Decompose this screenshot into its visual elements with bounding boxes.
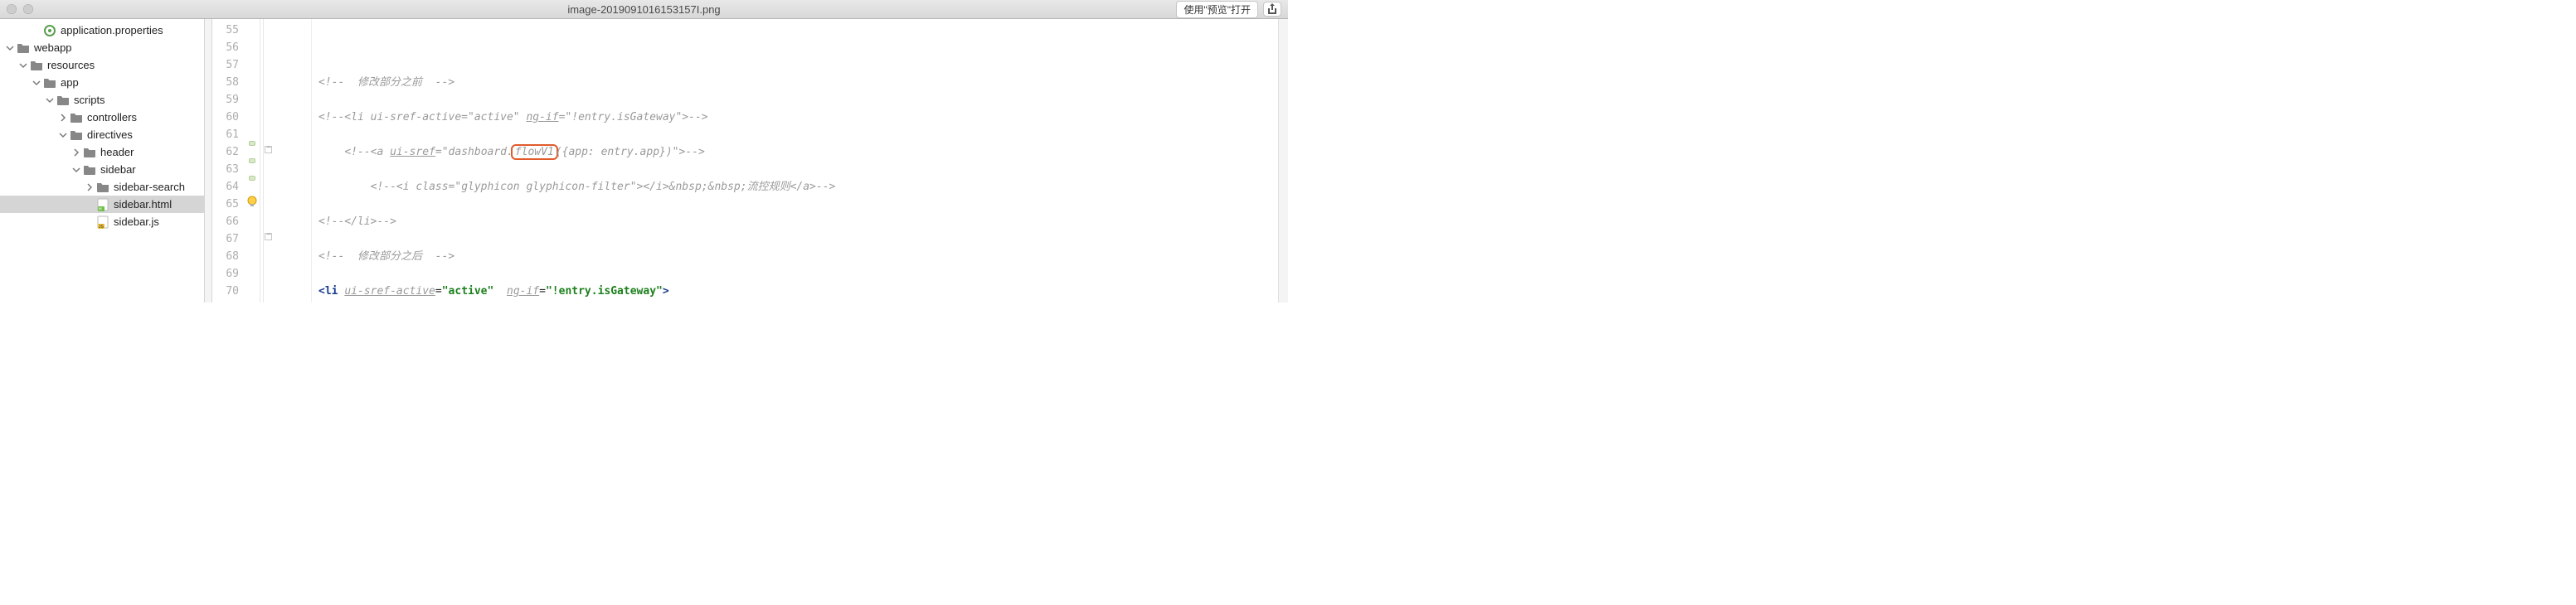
tree-item-label: application.properties [61, 24, 163, 36]
tree-item-label: webapp [34, 41, 72, 54]
share-icon [1267, 3, 1277, 15]
line-number: 63 [212, 161, 239, 178]
tree-caret-right-icon[interactable] [85, 182, 95, 192]
open-with-preview-button[interactable]: 使用"预览"打开 [1176, 1, 1258, 18]
js-icon: JS [96, 215, 109, 229]
code-line[interactable]: <!--</li>--> [318, 213, 1278, 230]
tree-item-label: sidebar-search [114, 181, 185, 193]
code-line[interactable] [318, 39, 1278, 56]
folder-icon [83, 146, 96, 159]
line-number: 60 [212, 109, 239, 126]
tree-item-sidebar-html[interactable]: Hsidebar.html [0, 196, 204, 213]
close-window-button[interactable] [7, 4, 17, 14]
annotation-gutter [244, 19, 260, 302]
tree-item-application-properties[interactable]: application.properties [0, 22, 204, 39]
tree-item-label: sidebar.js [114, 215, 159, 228]
window-controls [7, 4, 33, 14]
tree-item-sidebar-js[interactable]: JS sidebar.js [0, 213, 204, 230]
tree-item-sidebar-search[interactable]: sidebar-search [0, 178, 204, 196]
share-button[interactable] [1263, 2, 1281, 17]
line-number: 57 [212, 56, 239, 74]
splitter[interactable] [205, 19, 212, 302]
editor-overview-ruler[interactable] [1278, 19, 1288, 302]
line-number: 56 [212, 39, 239, 56]
tree-caret-down-icon[interactable] [71, 165, 81, 175]
tree-item-label: app [61, 76, 79, 89]
line-number: 66 [212, 213, 239, 230]
tree-caret-right-icon[interactable] [58, 113, 68, 123]
tree-item-resources[interactable]: resources [0, 56, 204, 74]
line-number: 55 [212, 22, 239, 39]
line-number-gutter: 55565758596061626364656667686970 [212, 19, 244, 302]
line-number: 67 [212, 230, 239, 248]
line-number: 69 [212, 265, 239, 283]
tree-item-label: controllers [87, 111, 137, 123]
svg-text:H: H [99, 207, 102, 211]
tree-caret-down-icon[interactable] [18, 60, 28, 70]
folder-icon [83, 163, 96, 177]
tree-item-app[interactable]: app [0, 74, 204, 91]
line-number: 70 [212, 283, 239, 300]
fold-toggle[interactable] [265, 146, 272, 153]
tree-caret-spacer [32, 26, 41, 36]
tree-caret-down-icon[interactable] [58, 130, 68, 140]
tree-caret-right-icon[interactable] [71, 148, 81, 157]
fold-gutter [264, 19, 312, 302]
folder-icon [70, 128, 83, 142]
tree-caret-spacer [85, 217, 95, 227]
code-editor[interactable]: <!-- 修改部分之前 --> <!--<li ui-sref-active="… [312, 19, 1278, 302]
folder-icon [43, 76, 56, 90]
code-line[interactable]: <li ui-sref-active="active" ng-if="!entr… [318, 283, 1278, 300]
folder-icon [17, 41, 30, 55]
folder-icon [56, 94, 70, 107]
code-line[interactable]: <!--<i class="glyphicon glyphicon-filter… [318, 178, 1278, 196]
svg-text:JS: JS [99, 225, 104, 229]
folder-icon [70, 111, 83, 124]
line-number: 68 [212, 248, 239, 265]
main-area: application.properties webapp resources app… [0, 19, 1288, 302]
line-number: 59 [212, 91, 239, 109]
line-number: 65 [212, 196, 239, 213]
tree-item-label: header [100, 146, 134, 158]
project-tree[interactable]: application.properties webapp resources app… [0, 19, 205, 302]
tree-caret-spacer [85, 200, 95, 210]
tree-caret-down-icon[interactable] [45, 95, 55, 105]
app-window: image-2019091016153157I.png 使用"预览"打开 app… [0, 0, 1288, 302]
code-line[interactable]: <!--<li ui-sref-active="active" ng-if="!… [318, 109, 1278, 126]
titlebar: image-2019091016153157I.png 使用"预览"打开 [0, 0, 1288, 19]
highlighted-text-flowv1: flowV1 [511, 144, 558, 160]
fold-toggle[interactable] [265, 233, 272, 240]
tree-item-controllers[interactable]: controllers [0, 109, 204, 126]
code-line[interactable]: <!--<a ui-sref="dashboard.flowV1({app: e… [318, 143, 1278, 161]
tree-item-header[interactable]: header [0, 143, 204, 161]
html-icon: H [96, 198, 109, 211]
line-number: 62 [212, 143, 239, 161]
tree-item-directives[interactable]: directives [0, 126, 204, 143]
tree-item-label: resources [47, 59, 95, 71]
tree-item-label: scripts [74, 94, 105, 106]
intention-bulb-icon[interactable] [246, 196, 258, 207]
line-number: 64 [212, 178, 239, 196]
line-number: 58 [212, 74, 239, 91]
tree-item-label: directives [87, 128, 133, 141]
folder-icon [96, 181, 109, 194]
tree-caret-down-icon[interactable] [32, 78, 41, 88]
tree-item-webapp[interactable]: webapp [0, 39, 204, 56]
props-icon [43, 24, 56, 37]
change-marker [249, 158, 255, 163]
folder-icon [30, 59, 43, 72]
line-number: 61 [212, 126, 239, 143]
change-marker [249, 141, 255, 146]
code-line[interactable]: <!-- 修改部分之后 --> [318, 248, 1278, 265]
change-marker [249, 176, 255, 181]
tree-item-label: sidebar.html [114, 198, 172, 211]
tree-item-scripts[interactable]: scripts [0, 91, 204, 109]
code-line[interactable]: <!-- 修改部分之前 --> [318, 74, 1278, 91]
tree-item-sidebar[interactable]: sidebar [0, 161, 204, 178]
window-title: image-2019091016153157I.png [0, 3, 1288, 16]
tree-item-label: sidebar [100, 163, 136, 176]
tree-caret-down-icon[interactable] [5, 43, 15, 53]
minimize-window-button[interactable] [23, 4, 33, 14]
